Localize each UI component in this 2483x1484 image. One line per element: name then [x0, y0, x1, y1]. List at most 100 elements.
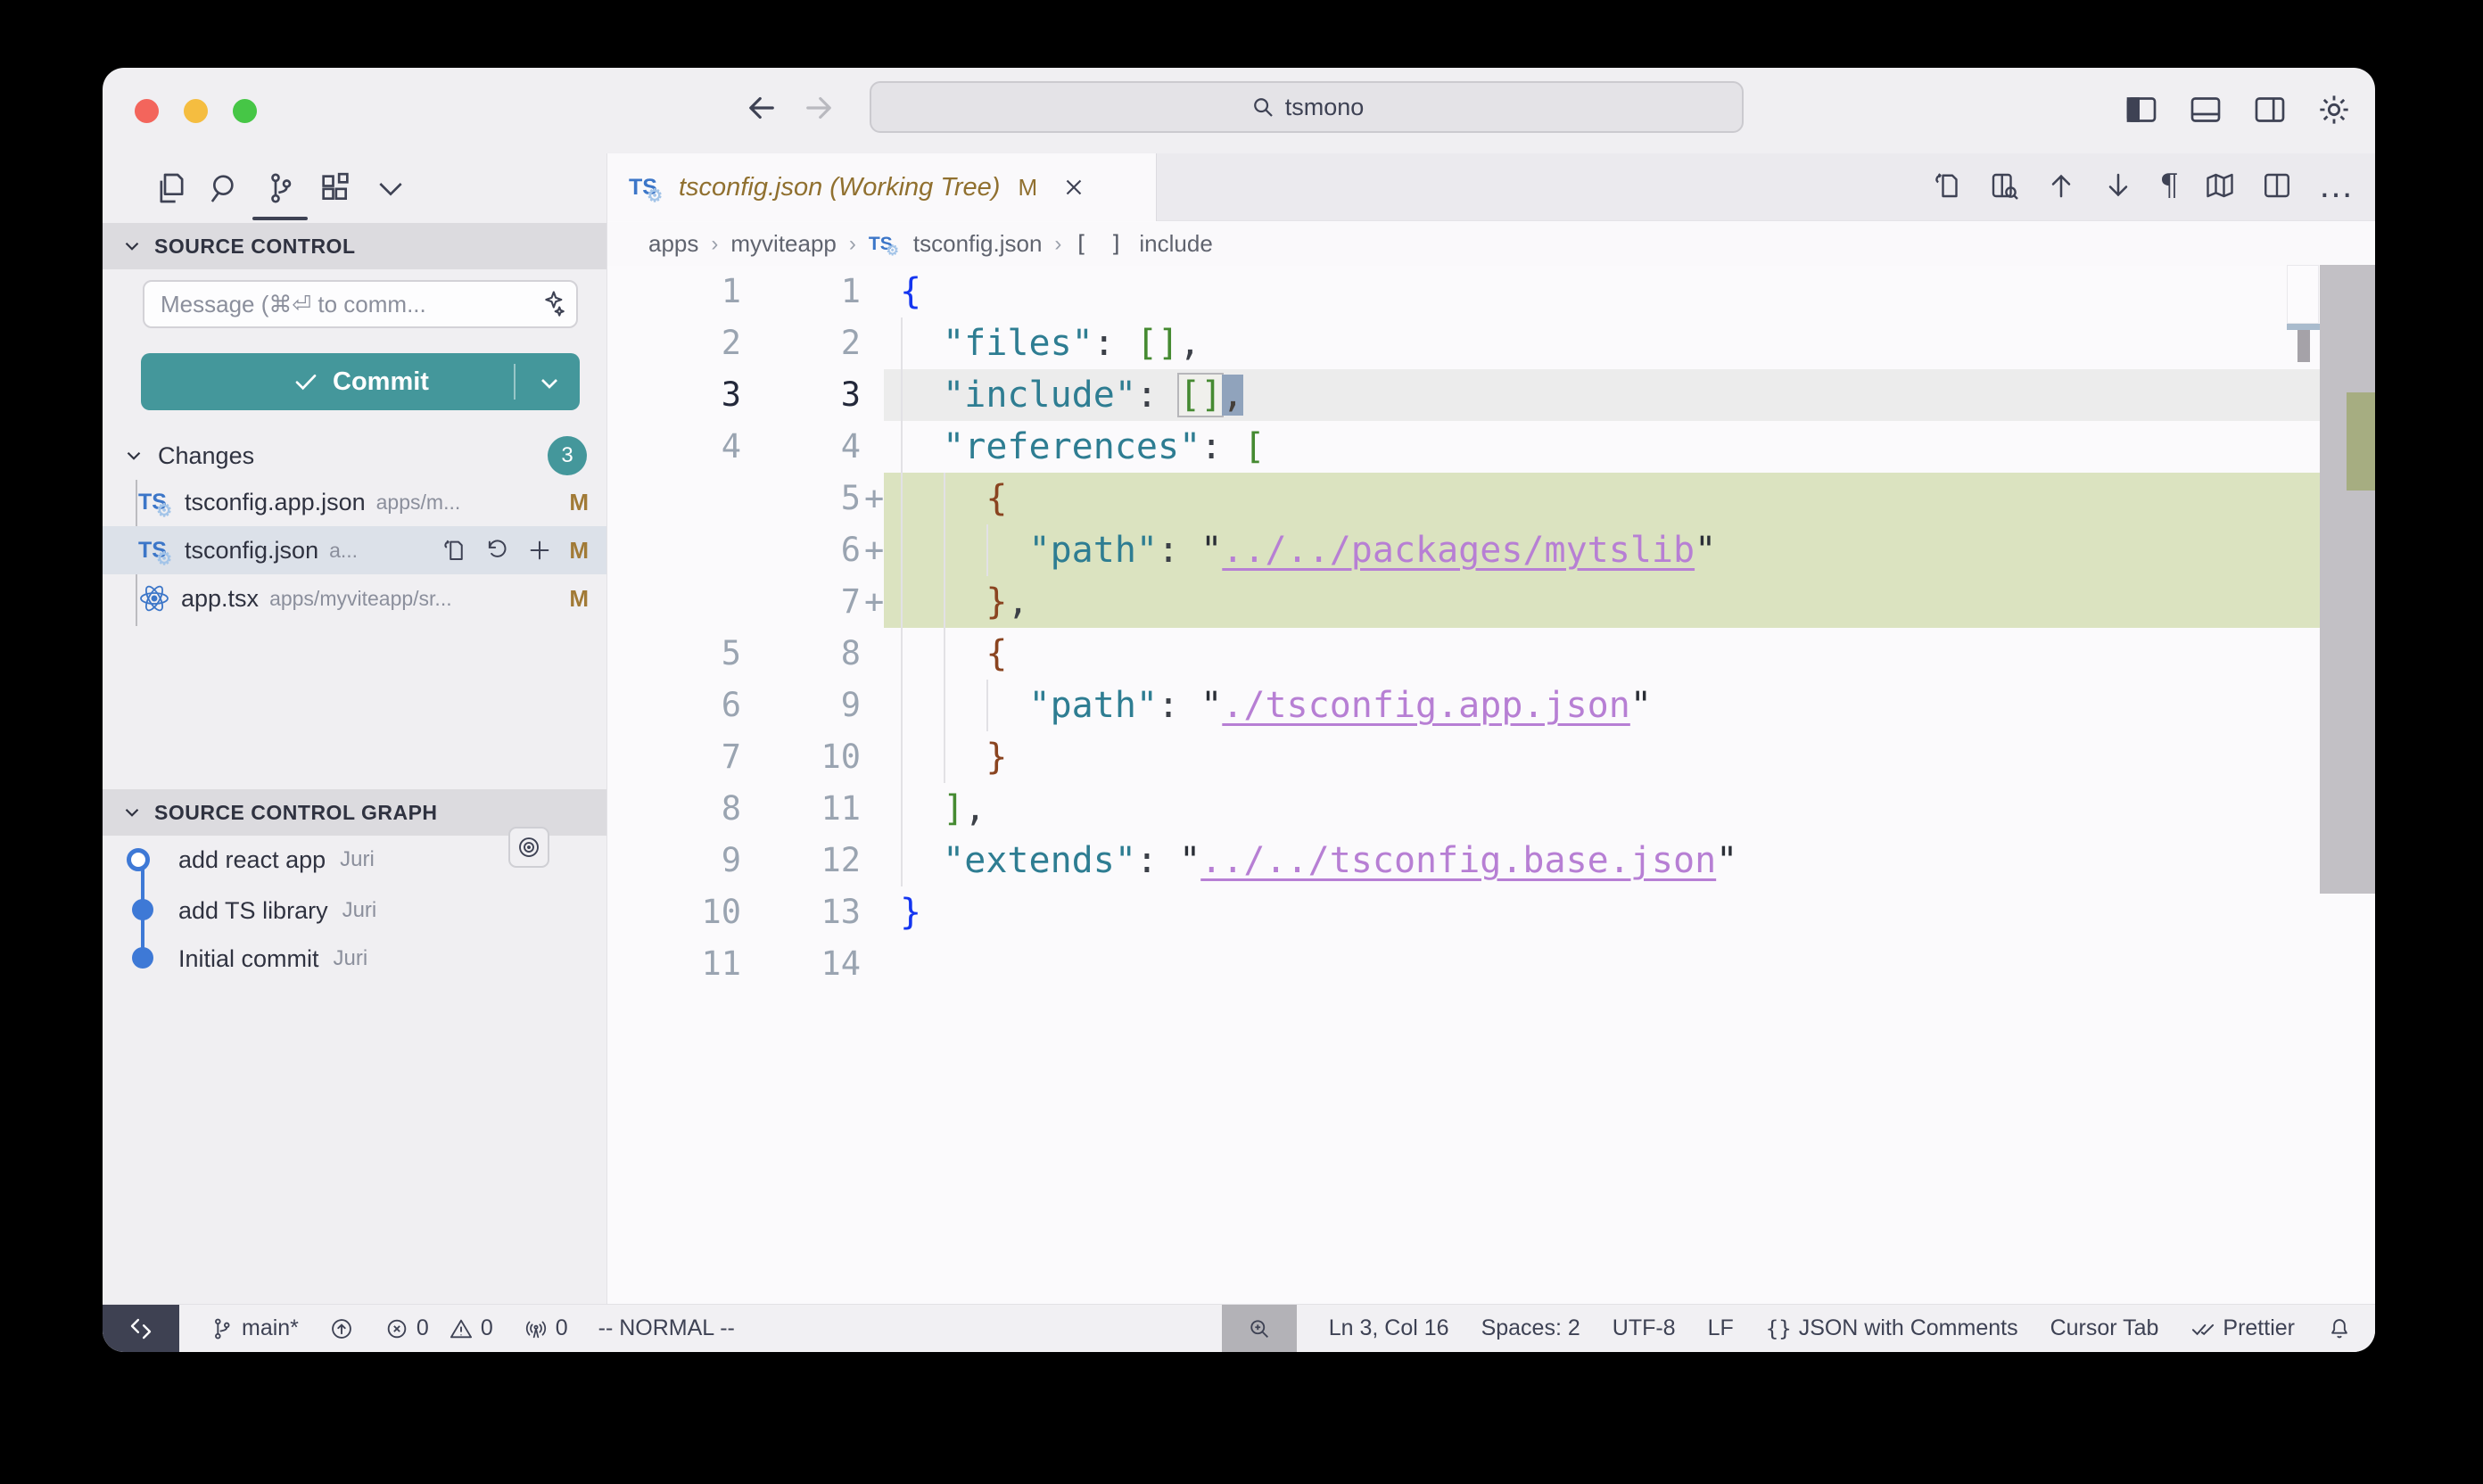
changes-section-header[interactable]: Changes 3: [103, 435, 606, 476]
code-line[interactable]: 11{: [607, 266, 2375, 317]
back-arrow-icon[interactable]: [743, 89, 780, 127]
cursor-position-text: Ln 3, Col 16: [1329, 1315, 1449, 1341]
indent-guide: [944, 473, 945, 783]
changed-file-row[interactable]: app.tsx apps/myviteapp/sr... M: [103, 574, 606, 622]
code-line[interactable]: 22 "files": [],: [607, 317, 2375, 369]
inline-view-search-icon[interactable]: [1988, 169, 2020, 202]
commit-options-chevron-icon[interactable]: [535, 369, 564, 398]
open-file-icon[interactable]: [441, 537, 467, 564]
breadcrumb: apps › myviteapp › TS⚙ tsconfig.json › […: [607, 222, 2375, 266]
checkout-target-button[interactable]: [508, 827, 549, 868]
remote-indicator[interactable]: [103, 1305, 179, 1352]
commit-row[interactable]: Initial commit Juri: [103, 935, 606, 983]
commit-button-divider: [514, 364, 516, 400]
tab-tsconfig-working-tree[interactable]: TS⚙ tsconfig.json (Working Tree) M: [607, 153, 1157, 221]
forward-arrow-icon[interactable]: [800, 89, 837, 127]
code-line[interactable]: 7+ },: [607, 576, 2375, 628]
chevron-down-icon: [120, 235, 144, 258]
breadcrumb-item-apps[interactable]: apps: [648, 230, 698, 258]
changed-file-row[interactable]: TS⚙ tsconfig.app.json apps/m... M: [103, 478, 606, 526]
commit-author: Juri: [340, 847, 375, 872]
react-file-icon: [138, 582, 170, 614]
formatter-indicator[interactable]: Prettier: [2190, 1305, 2295, 1352]
toggle-primary-sidebar-icon[interactable]: [2124, 92, 2159, 128]
code-line[interactable]: 33 "include": [],: [607, 369, 2375, 421]
branch-name: main*: [242, 1315, 299, 1341]
next-change-arrow-down-icon[interactable]: [2102, 169, 2134, 202]
cursor-position-indicator[interactable]: Ln 3, Col 16: [1329, 1305, 1449, 1352]
stage-changes-plus-icon[interactable]: [526, 537, 553, 564]
toggle-secondary-sidebar-icon[interactable]: [2252, 92, 2288, 128]
tsconfig-file-icon: TS⚙: [869, 231, 901, 258]
language-text: JSON with Comments: [1799, 1315, 2018, 1341]
commit-row[interactable]: add TS library Juri: [103, 886, 606, 935]
file-name: tsconfig.app.json: [185, 489, 366, 516]
overview-ruler-selection-marker: [2297, 330, 2310, 362]
encoding-indicator[interactable]: UTF-8: [1613, 1305, 1676, 1352]
radio-tower-icon: [524, 1316, 549, 1341]
breadcrumb-item-include[interactable]: include: [1139, 230, 1212, 258]
zoom-window-button[interactable]: [233, 99, 257, 123]
tab-completion-indicator[interactable]: Cursor Tab: [2050, 1305, 2159, 1352]
code-line[interactable]: 1114: [607, 938, 2375, 990]
code-line[interactable]: 811 ],: [607, 783, 2375, 835]
more-actions-icon[interactable]: …: [2318, 177, 2355, 194]
source-control-graph-title: SOURCE CONTROL GRAPH: [154, 801, 438, 825]
branch-indicator[interactable]: main*: [210, 1305, 299, 1352]
breadcrumb-separator: ›: [849, 232, 856, 257]
code-line[interactable]: 69 "path": "./tsconfig.app.json": [607, 680, 2375, 731]
sidebar: SOURCE CONTROL Commit Changes 3 TS⚙ tsco…: [103, 153, 606, 1304]
problems-indicator[interactable]: 0 0: [384, 1305, 493, 1352]
command-center-search[interactable]: tsmono: [870, 81, 1744, 133]
discard-changes-icon[interactable]: [483, 537, 510, 564]
commit-button[interactable]: Commit: [141, 353, 580, 410]
code-line[interactable]: 58 {: [607, 628, 2375, 680]
close-window-button[interactable]: [135, 99, 159, 123]
modified-badge: M: [569, 585, 589, 613]
indentation-indicator[interactable]: Spaces: 2: [1481, 1305, 1580, 1352]
generate-commit-message-sparkle-icon[interactable]: [536, 289, 566, 319]
ports-indicator[interactable]: 0: [524, 1305, 568, 1352]
code-editor[interactable]: 11{22 "files": [],33 "include": [],44 "r…: [607, 266, 2375, 1304]
vim-mode-indicator[interactable]: -- NORMAL --: [598, 1305, 735, 1352]
breadcrumb-item-myviteapp[interactable]: myviteapp: [730, 230, 837, 258]
screencast-zoom-indicator[interactable]: [1222, 1305, 1297, 1352]
close-tab-icon[interactable]: [1060, 174, 1087, 201]
code-line[interactable]: 6+ "path": "../../packages/mytslib": [607, 524, 2375, 576]
eol-indicator[interactable]: LF: [1708, 1305, 1734, 1352]
eol-text: LF: [1708, 1315, 1734, 1341]
previous-change-arrow-up-icon[interactable]: [2045, 169, 2077, 202]
tab-title: tsconfig.json (Working Tree): [679, 173, 1000, 202]
breadcrumb-item-tsconfig[interactable]: tsconfig.json: [913, 230, 1043, 258]
toggle-whitespace-pilcrow-icon[interactable]: ¶: [2159, 169, 2179, 202]
split-editor-icon[interactable]: [2261, 169, 2293, 202]
explorer-icon[interactable]: [150, 161, 189, 215]
errors-icon: [384, 1316, 409, 1341]
indent-guide: [986, 524, 988, 576]
commit-message: add react app: [178, 846, 326, 874]
open-file-icon[interactable]: [1931, 169, 1963, 202]
source-control-section-header[interactable]: SOURCE CONTROL: [103, 223, 606, 269]
language-mode-indicator[interactable]: {} JSON with Comments: [1766, 1305, 2018, 1352]
code-line[interactable]: 710 }: [607, 731, 2375, 783]
code-line[interactable]: 1013}: [607, 886, 2375, 938]
search-view-icon[interactable]: [205, 161, 244, 215]
minimize-window-button[interactable]: [184, 99, 208, 123]
source-control-view-icon[interactable]: [260, 161, 300, 215]
map-icon[interactable]: [2204, 169, 2236, 202]
toggle-panel-icon[interactable]: [2188, 92, 2223, 128]
commit-message-input[interactable]: [143, 280, 578, 328]
code-line[interactable]: 5+ {: [607, 473, 2375, 524]
tab-modified-badge: M: [1018, 174, 1037, 202]
source-control-title: SOURCE CONTROL: [154, 235, 356, 259]
more-views-chevron-icon[interactable]: [371, 161, 410, 215]
commit-author: Juri: [342, 898, 377, 923]
settings-gear-icon[interactable]: [2316, 92, 2352, 128]
code-line[interactable]: 912 "extends": "../../tsconfig.base.json…: [607, 835, 2375, 886]
editor-scrollbar[interactable]: [2320, 265, 2375, 894]
changed-file-row-selected[interactable]: TS⚙ tsconfig.json a... M: [103, 526, 606, 574]
notifications-indicator[interactable]: [2327, 1305, 2352, 1352]
publish-changes[interactable]: [329, 1305, 354, 1352]
code-line[interactable]: 44 "references": [: [607, 421, 2375, 473]
extensions-view-icon[interactable]: [316, 161, 355, 215]
